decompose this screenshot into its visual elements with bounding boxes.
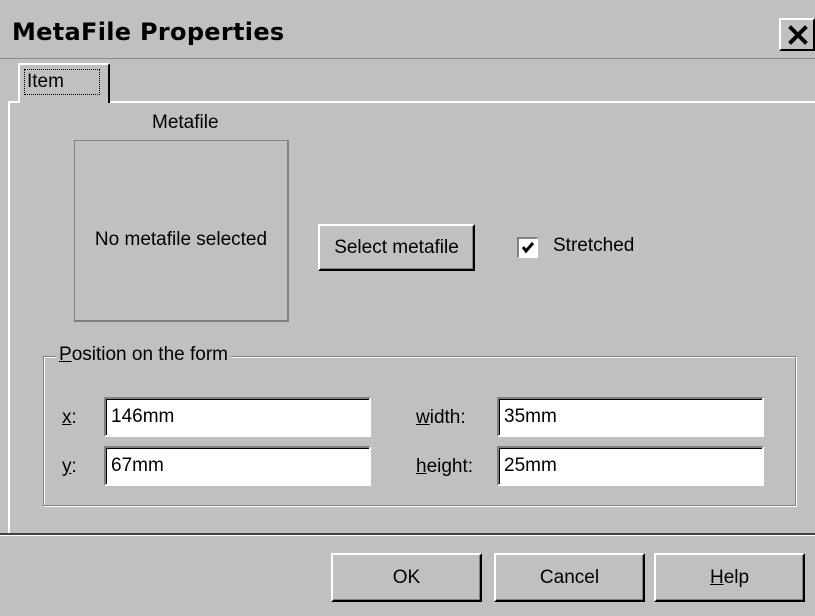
height-label: height: <box>416 456 474 477</box>
x-label: x: <box>62 407 77 428</box>
close-button[interactable] <box>779 18 815 51</box>
window-title: MetaFile Properties <box>12 18 285 46</box>
help-button[interactable]: Help <box>654 553 805 602</box>
metafile-preview: No metafile selected <box>74 140 289 322</box>
height-input[interactable]: 25mm <box>497 446 764 486</box>
width-input[interactable]: 35mm <box>497 397 764 437</box>
close-icon <box>788 25 808 45</box>
tab-item-label: Item <box>24 69 100 95</box>
ok-button[interactable]: OK <box>331 553 482 602</box>
y-label: y: <box>62 456 77 477</box>
width-label: width: <box>416 407 466 428</box>
preview-placeholder-text: No metafile selected <box>94 229 268 250</box>
title-bar: MetaFile Properties <box>0 0 815 59</box>
tab-item[interactable]: Item <box>18 63 110 103</box>
select-metafile-button[interactable]: Select metafile <box>318 224 475 271</box>
metafile-label: Metafile <box>152 112 219 133</box>
stretched-checkbox[interactable] <box>517 237 538 258</box>
y-input[interactable]: 67mm <box>104 446 371 486</box>
stretched-label[interactable]: Stretched <box>553 235 634 257</box>
position-group-label: Position on the form <box>56 344 231 366</box>
cancel-button[interactable]: Cancel <box>494 553 645 602</box>
checkmark-icon <box>521 242 535 254</box>
x-input[interactable]: 146mm <box>104 397 371 437</box>
footer-separator-highlight <box>0 535 815 536</box>
